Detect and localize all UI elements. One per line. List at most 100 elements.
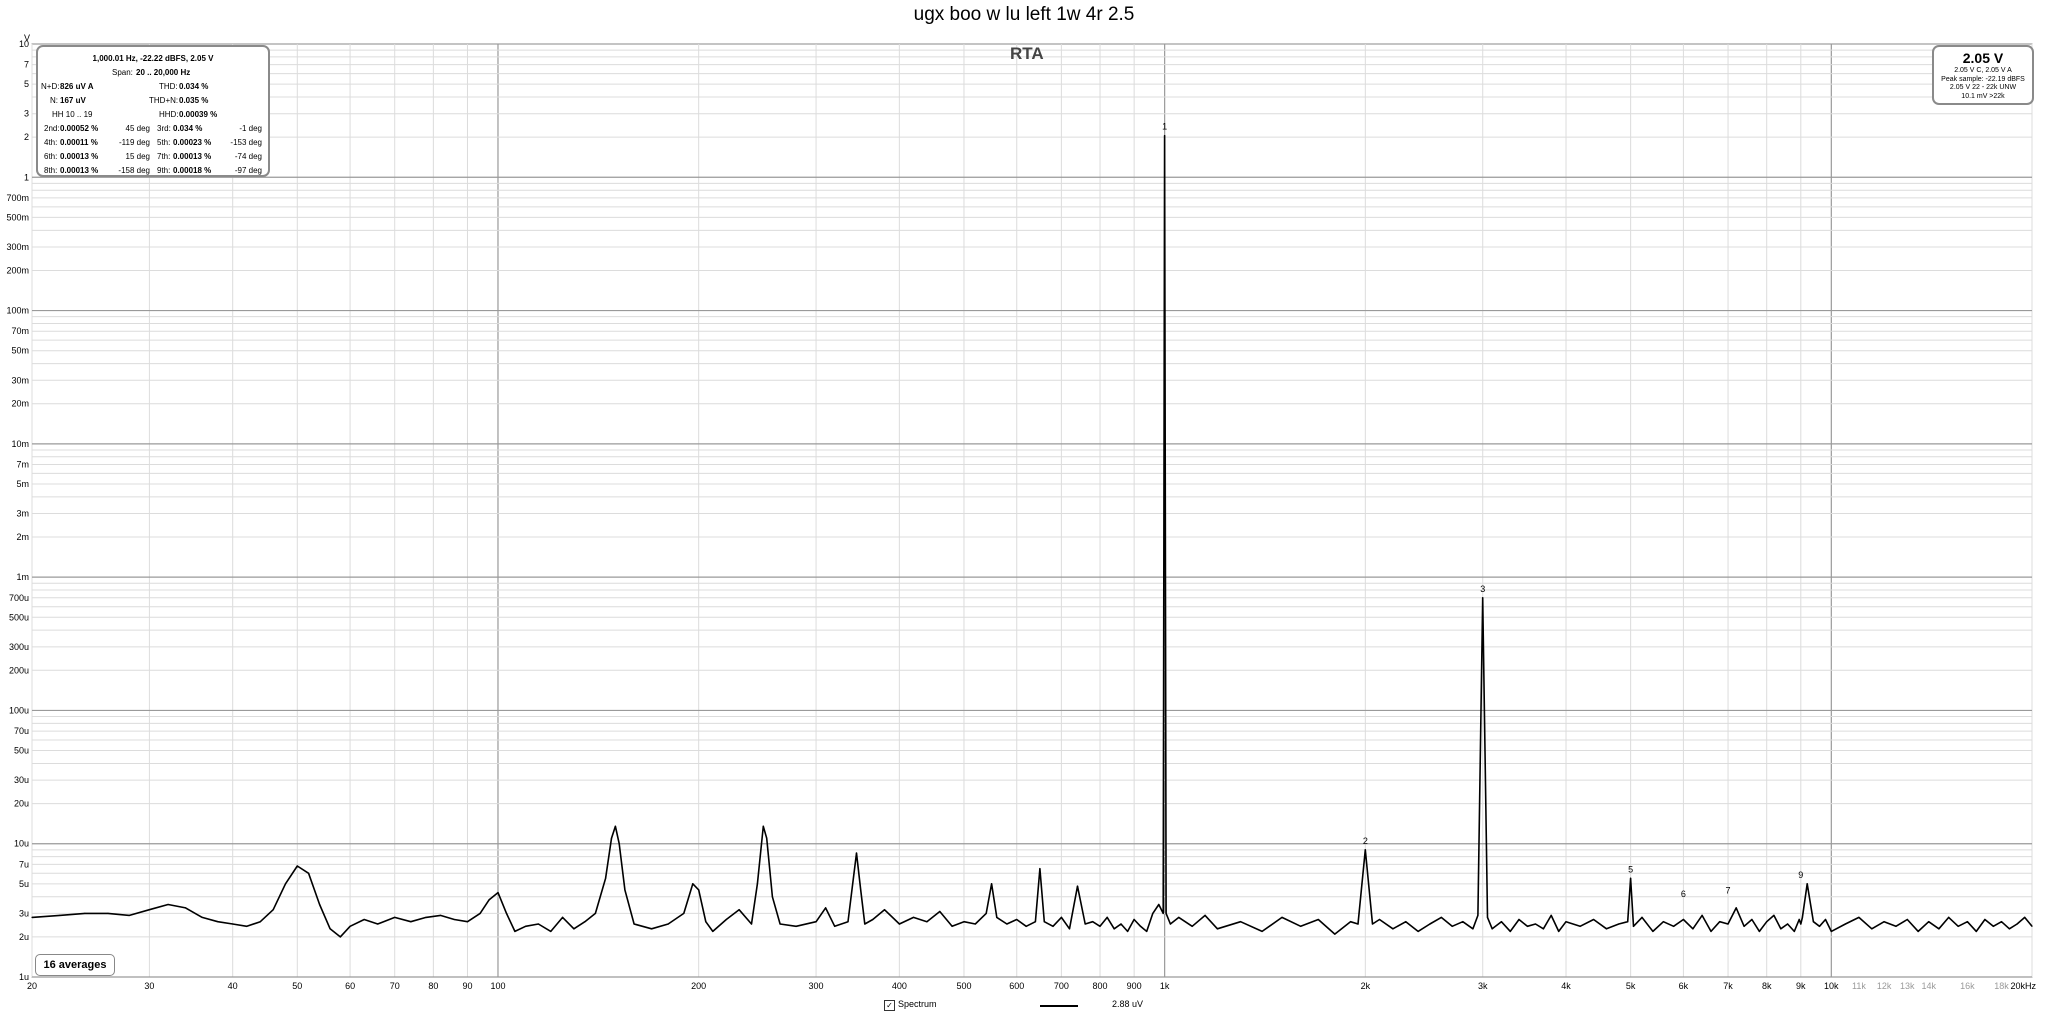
hh-range-label: HH 10 .. 19: [52, 110, 93, 119]
voltage-reading: 2.05 V: [1962, 50, 2004, 66]
spectrum-point: [1605, 928, 1608, 930]
x-tick-label: 6k: [1679, 981, 1689, 991]
spectrum-point: [614, 825, 617, 827]
y-tick-label: 10u: [14, 839, 29, 849]
y-tick-label: 2u: [19, 932, 29, 942]
spectrum-point: [1164, 135, 1166, 137]
spectrum-point: [633, 923, 635, 925]
y-tick-label: 700m: [6, 193, 29, 203]
hhd-value: 0.00039 %: [179, 110, 218, 119]
spectrum-point: [1975, 930, 1977, 933]
spectrum-point: [1957, 925, 1959, 927]
spectrum-point: [349, 925, 351, 927]
spectrum-point: [1806, 883, 1808, 885]
y-tick-label: 200u: [9, 665, 29, 675]
spectrum-point: [550, 930, 552, 933]
spectrum-point: [951, 925, 953, 927]
harmonic-label: 7th:: [157, 152, 171, 161]
spectrum-point: [1281, 916, 1283, 919]
harmonic-value: 0.00013 %: [60, 166, 99, 175]
spectrum-point: [1682, 918, 1684, 921]
spectrum-point: [1006, 923, 1008, 925]
averages-indicator[interactable]: 16 averages: [35, 954, 115, 976]
spectrum-point: [1472, 928, 1474, 930]
harmonic-phase: 45 deg: [125, 124, 150, 133]
spectrum-point: [84, 912, 86, 915]
spectrum-point: [1710, 930, 1712, 933]
distortion-header: 1,000.01 Hz, -22.22 dBFS, 2.05 V: [92, 54, 214, 63]
x-tick-label: 90: [462, 981, 472, 991]
spectrum-point: [1743, 925, 1745, 927]
y-tick-label: 300u: [9, 642, 29, 652]
spectrum-point: [985, 912, 987, 915]
spectrum-point: [1429, 923, 1431, 925]
legend-series-name: Spectrum: [898, 999, 937, 1009]
x-tick-label: 12k: [1877, 981, 1892, 991]
spectrum-point: [1627, 921, 1629, 923]
spectrum-point: [1357, 923, 1359, 925]
spectrum-point: [847, 921, 849, 923]
spectrum-point: [1534, 923, 1537, 925]
spectrum-point: [815, 921, 817, 923]
spectrum-point: [573, 928, 575, 930]
spectrum-visibility-checkbox[interactable]: ✓: [884, 1000, 895, 1011]
y-tick-label: 3: [24, 109, 29, 119]
spectrum-point: [1632, 925, 1635, 927]
spectrum-point: [738, 909, 740, 911]
spectrum-point: [1780, 928, 1782, 930]
spectrum-point: [624, 889, 626, 891]
harmonic-phase: -97 deg: [234, 166, 262, 175]
y-tick-label: 1u: [19, 972, 29, 982]
spectrum-point: [2031, 925, 2033, 927]
spectrum-point: [756, 883, 759, 885]
spectrum-point: [1486, 916, 1489, 919]
spectrum-point: [284, 883, 287, 885]
spectrum-point: [1034, 921, 1036, 923]
spectrum-point: [59, 914, 61, 917]
spectrum-point: [2024, 916, 2026, 919]
spectrum-point: [795, 925, 797, 927]
spectrum-point: [610, 837, 613, 839]
spectrum-point: [1405, 921, 1407, 923]
spectrum-point: [1751, 918, 1753, 921]
hhd-label: HHD:: [159, 110, 179, 119]
y-tick-label: 2: [24, 132, 29, 142]
spectrum-point: [1652, 930, 1654, 933]
spectrum-point: [1984, 918, 1986, 921]
spectrum-point: [825, 907, 827, 909]
spectrum-point: [1099, 925, 1101, 927]
rta-plot[interactable]: 1 2 3 5 6 7 9 20 30 40 50 60 70 80 90 100 200 300 400 500 6…: [0, 0, 2048, 1000]
spectrum-point: [1558, 930, 1560, 933]
x-tick-label: 40: [228, 981, 238, 991]
spectrum-point: [1261, 930, 1263, 933]
spectrum-point: [296, 865, 298, 867]
spectrum-point: [1371, 923, 1374, 925]
spectrum-point: [1509, 930, 1511, 933]
thdn-value: 0.035 %: [179, 96, 209, 105]
spectrum-point: [1526, 925, 1528, 927]
spectrum-point: [1500, 921, 1502, 923]
spectrum-point: [319, 903, 321, 906]
spectrum-point: [167, 903, 169, 906]
harmonic-phase: -1 deg: [239, 124, 262, 133]
harmonic-marker-label: 7: [1726, 886, 1731, 896]
spectrum-point: [584, 921, 586, 923]
spectrum-point: [771, 896, 774, 898]
spectrum-point: [1240, 921, 1242, 923]
spectrum-point: [1579, 925, 1581, 927]
spectrum-point: [1106, 916, 1108, 919]
spectrum-point: [201, 916, 203, 919]
spectrum-point: [1477, 914, 1479, 917]
spectrum-point: [537, 923, 540, 925]
y-tick-label: 500u: [9, 612, 29, 622]
y-tick-label: 70m: [11, 326, 29, 336]
x-tick-label: 70: [390, 981, 400, 991]
spectrum-point: [308, 872, 310, 874]
x-tick-label: 14k: [1921, 981, 1936, 991]
y-tick-label: 10m: [11, 439, 29, 449]
spectrum-point: [1084, 923, 1086, 925]
spectrum-point: [1719, 921, 1721, 923]
spectrum-point: [1550, 914, 1552, 917]
spectrum-point: [712, 930, 714, 933]
x-tick-label: 3k: [1478, 981, 1488, 991]
